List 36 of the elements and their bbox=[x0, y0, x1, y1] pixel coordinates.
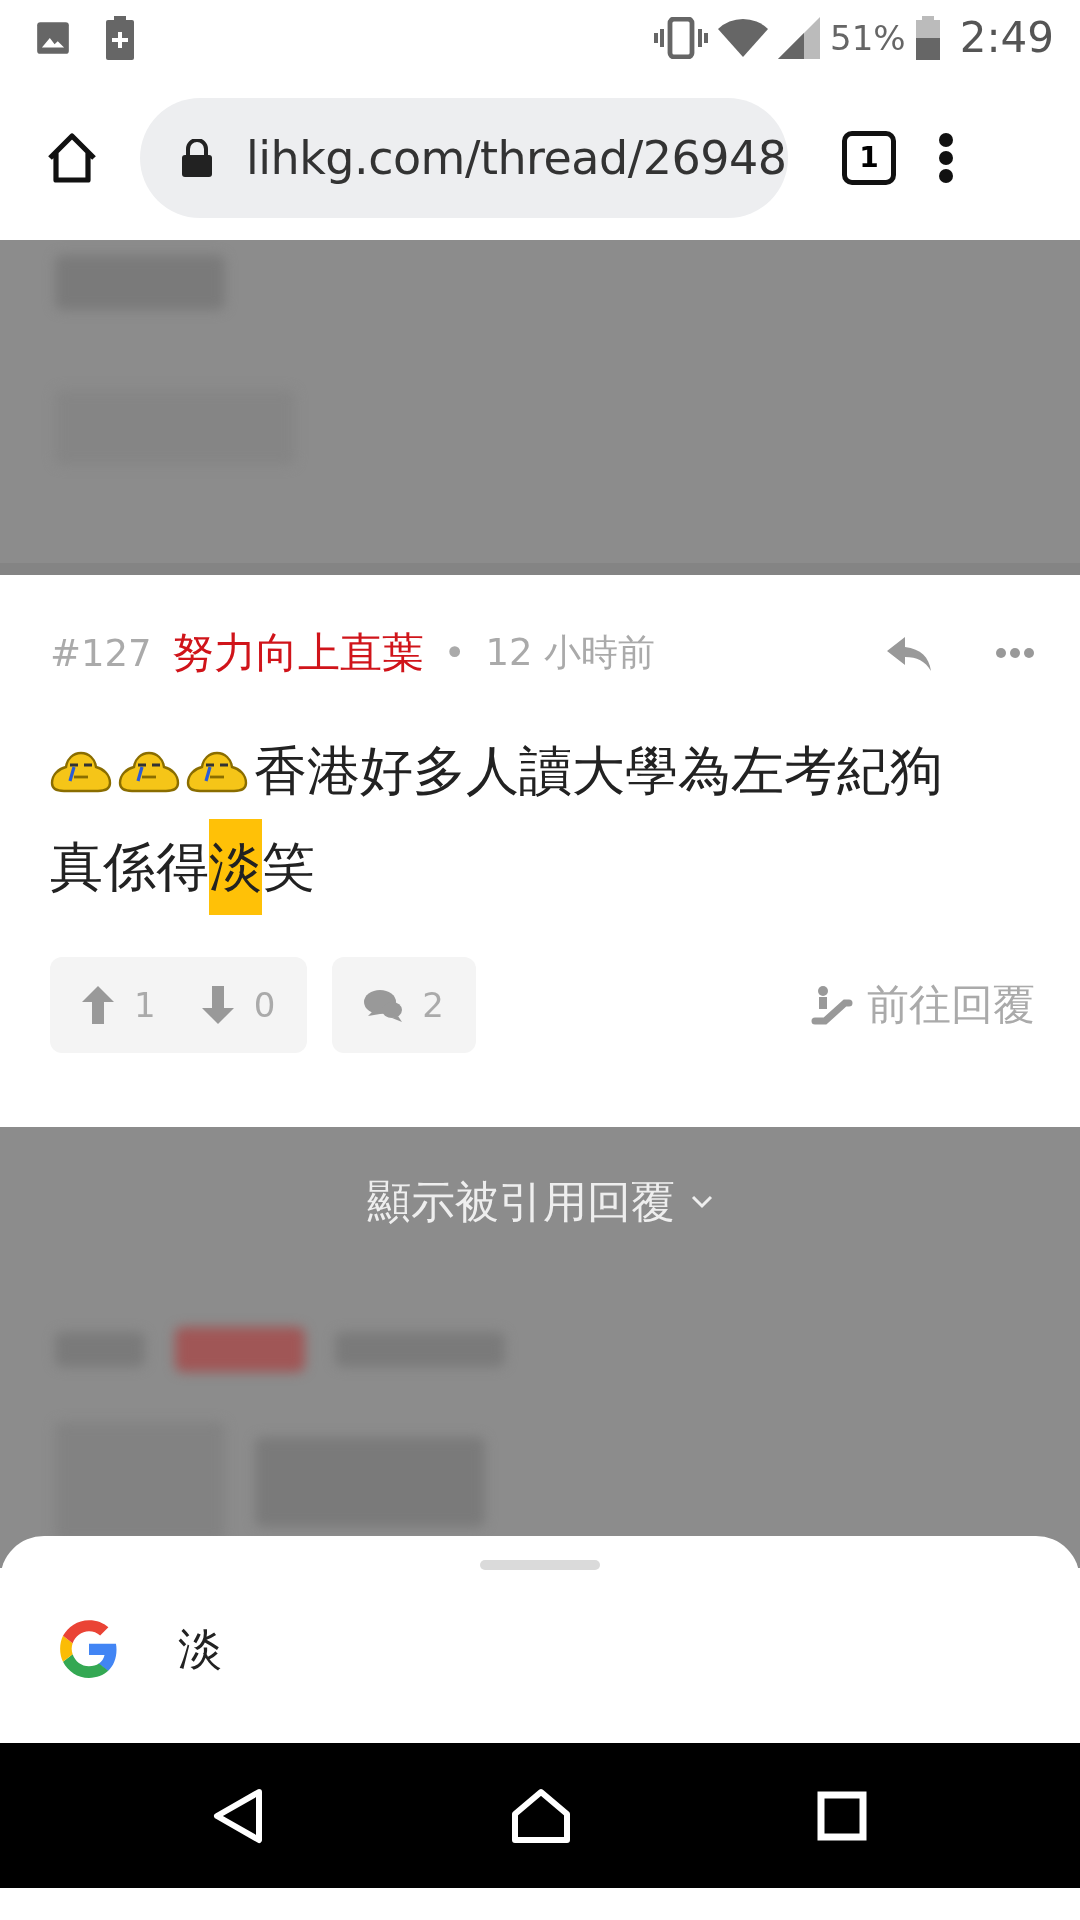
clock: 2:49 bbox=[959, 13, 1054, 62]
quotes-button[interactable]: 2 bbox=[332, 957, 476, 1053]
drag-handle[interactable] bbox=[480, 1560, 600, 1570]
vibrate-icon bbox=[654, 16, 709, 59]
arrow-up-icon bbox=[82, 986, 114, 1024]
battery-plus-icon bbox=[106, 15, 134, 60]
signal-icon bbox=[778, 16, 821, 59]
back-icon[interactable] bbox=[213, 1787, 265, 1844]
battery-icon bbox=[915, 15, 940, 60]
search-query[interactable]: 淡 bbox=[178, 1619, 222, 1679]
crying-face-emoji bbox=[50, 749, 112, 793]
address-bar[interactable]: lihkg.com/thread/26948 bbox=[140, 97, 788, 218]
tab-switcher-button[interactable]: 1 bbox=[842, 130, 896, 185]
post-text: 香港好多人讀大學為左考紀狗 bbox=[254, 739, 943, 803]
more-icon[interactable] bbox=[995, 647, 1035, 659]
separator-dot: • bbox=[443, 631, 466, 675]
highlighted-word: 淡 bbox=[209, 819, 262, 915]
arrow-down-icon bbox=[201, 986, 234, 1024]
crying-face-emoji bbox=[118, 749, 180, 793]
go-to-reply-link[interactable]: 前往回覆 bbox=[811, 977, 1035, 1033]
lock-icon bbox=[182, 138, 212, 177]
post-time: 12 小時前 bbox=[485, 630, 656, 676]
home-icon[interactable] bbox=[511, 1787, 571, 1844]
downvote-button[interactable]: 0 bbox=[201, 985, 276, 1025]
escalator-icon bbox=[811, 985, 853, 1025]
chat-bubbles-icon bbox=[364, 988, 405, 1022]
crying-face-emoji bbox=[186, 749, 248, 793]
post-number: #127 bbox=[50, 631, 152, 675]
post-text: 笑 bbox=[262, 835, 315, 899]
author-name[interactable]: 努力向上直葉 bbox=[171, 625, 424, 681]
battery-percentage: 51% bbox=[830, 17, 906, 58]
wifi-icon bbox=[718, 16, 769, 59]
post-text: 真係得 bbox=[50, 835, 209, 899]
upvote-button[interactable]: 1 bbox=[82, 985, 156, 1025]
recents-icon[interactable] bbox=[817, 1790, 867, 1841]
chevron-down-icon bbox=[691, 1195, 713, 1209]
